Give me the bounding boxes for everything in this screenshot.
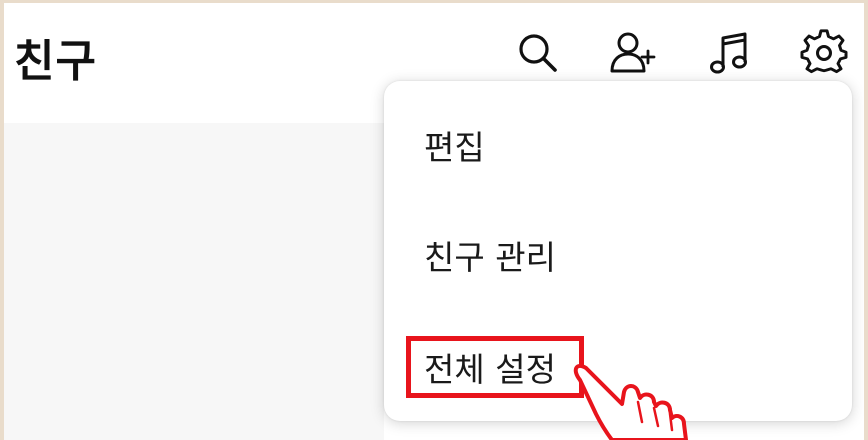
menu-item-edit[interactable]: 편집 — [424, 121, 485, 169]
add-friend-button[interactable] — [606, 27, 658, 79]
menu-item-manage-friends[interactable]: 친구 관리 — [424, 231, 556, 279]
page-title: 친구 — [14, 36, 97, 87]
search-icon — [519, 34, 557, 72]
search-button[interactable] — [512, 27, 564, 79]
app-screen: 친구 편집 친구 관리 전체 설정 — [4, 3, 864, 440]
music-icon — [710, 32, 747, 74]
pointing-hand-icon — [573, 363, 688, 440]
music-button[interactable] — [704, 27, 756, 79]
settings-button[interactable] — [798, 27, 850, 79]
dimmed-content-area — [4, 123, 384, 440]
add-friend-icon — [610, 32, 656, 73]
settings-icon — [800, 29, 848, 74]
